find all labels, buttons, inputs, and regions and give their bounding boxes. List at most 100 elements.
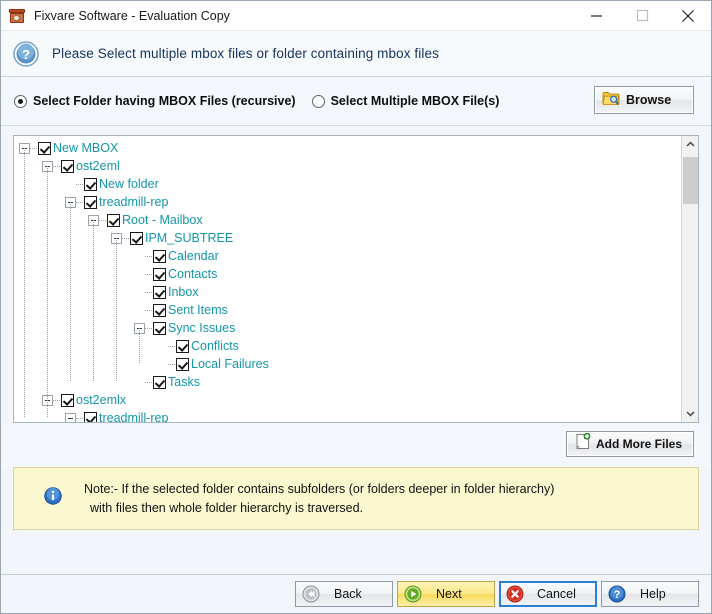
radio-mark-folder[interactable] bbox=[14, 95, 27, 108]
info-icon bbox=[44, 487, 62, 510]
note-line-2: with files then whole folder hierarchy i… bbox=[84, 499, 554, 518]
tree-node[interactable]: New folder bbox=[14, 175, 681, 193]
tree-node[interactable]: ost2eml bbox=[14, 157, 681, 175]
radio-mark-files[interactable] bbox=[312, 95, 325, 108]
tree-expander-collapse-icon[interactable] bbox=[65, 413, 76, 423]
tree-node[interactable]: treadmill-rep bbox=[14, 193, 681, 211]
tree-connector-line bbox=[76, 184, 83, 185]
tree-node-checkbox[interactable] bbox=[176, 358, 189, 371]
scrollbar-track[interactable] bbox=[682, 153, 699, 405]
add-more-files-button[interactable]: Add More Files bbox=[566, 431, 694, 457]
radio-select-files[interactable]: Select Multiple MBOX File(s) bbox=[312, 94, 500, 108]
tree-node-label: IPM_SUBTREE bbox=[145, 231, 233, 245]
tree-guide-line bbox=[70, 202, 71, 382]
tree-node-checkbox[interactable] bbox=[176, 340, 189, 353]
tree-node[interactable]: IPM_SUBTREE bbox=[14, 229, 681, 247]
tree-node-checkbox[interactable] bbox=[61, 394, 74, 407]
tree-guide-line bbox=[93, 220, 94, 382]
minimize-icon[interactable] bbox=[573, 1, 619, 30]
browse-button[interactable]: Browse bbox=[594, 86, 694, 114]
header-instruction: Please Select multiple mbox files or fol… bbox=[52, 46, 439, 61]
tree-connector-line bbox=[53, 400, 60, 401]
tree-node-checkbox[interactable] bbox=[84, 196, 97, 209]
tree-node-label: New folder bbox=[99, 177, 159, 191]
footer-button-bar: Back Next Cancel bbox=[1, 574, 711, 613]
tree-node-label: Tasks bbox=[168, 375, 200, 389]
tree-node-checkbox[interactable] bbox=[153, 304, 166, 317]
play-icon bbox=[404, 585, 422, 603]
radio-select-files-label: Select Multiple MBOX File(s) bbox=[331, 94, 500, 108]
tree-connector-line bbox=[99, 220, 106, 221]
archive-box-icon bbox=[9, 8, 25, 24]
tree-connector-line bbox=[145, 382, 152, 383]
tree-connector-line bbox=[76, 202, 83, 203]
tree-connector-line bbox=[30, 148, 37, 149]
tree-guide-line bbox=[47, 166, 48, 418]
tree-connector-line bbox=[145, 292, 152, 293]
close-icon[interactable] bbox=[665, 1, 711, 30]
tree-node[interactable]: Calendar bbox=[14, 247, 681, 265]
chevron-up-icon[interactable] bbox=[682, 136, 699, 153]
add-more-files-row: Add More Files bbox=[1, 423, 711, 467]
back-button-label: Back bbox=[334, 587, 362, 601]
tree-node-checkbox[interactable] bbox=[107, 214, 120, 227]
cancel-button[interactable]: Cancel bbox=[499, 581, 597, 607]
maximize-icon[interactable] bbox=[619, 1, 665, 30]
header-band: ? Please Select multiple mbox files or f… bbox=[1, 31, 711, 77]
tree-connector-line bbox=[145, 310, 152, 311]
tree-node-label: treadmill-rep bbox=[99, 195, 168, 209]
tree-node-checkbox[interactable] bbox=[153, 376, 166, 389]
chevron-down-icon[interactable] bbox=[682, 405, 699, 422]
tree-node-checkbox[interactable] bbox=[84, 178, 97, 191]
folder-search-icon bbox=[602, 90, 621, 111]
window-controls bbox=[573, 1, 711, 30]
tree-node[interactable]: Inbox bbox=[14, 283, 681, 301]
tree-connector-line bbox=[145, 256, 152, 257]
next-button[interactable]: Next bbox=[397, 581, 495, 607]
tree-node-label: New MBOX bbox=[53, 141, 118, 155]
tree-node-checkbox[interactable] bbox=[84, 412, 97, 423]
note-text: Note:- If the selected folder contains s… bbox=[84, 480, 554, 518]
tree-node-label: treadmill-rep bbox=[99, 411, 168, 422]
content-spacer bbox=[1, 530, 711, 574]
tree-node[interactable]: treadmill-rep bbox=[14, 409, 681, 422]
tree-node-checkbox[interactable] bbox=[153, 286, 166, 299]
tree-connector-line bbox=[168, 346, 175, 347]
tree-connector-line bbox=[168, 364, 175, 365]
tree-node[interactable]: ost2emlx bbox=[14, 391, 681, 409]
back-button[interactable]: Back bbox=[295, 581, 393, 607]
tree-node-checkbox[interactable] bbox=[153, 250, 166, 263]
tree-vertical-scrollbar[interactable] bbox=[681, 136, 698, 422]
tree-node[interactable]: Local Failures bbox=[14, 355, 681, 373]
help-button[interactable]: ? Help bbox=[601, 581, 699, 607]
tree-connector-line bbox=[145, 274, 152, 275]
tree-node-label: Contacts bbox=[168, 267, 217, 281]
tree-node-label: Calendar bbox=[168, 249, 219, 263]
next-button-label: Next bbox=[436, 587, 462, 601]
tree-node[interactable]: New MBOX bbox=[14, 139, 681, 157]
tree-node[interactable]: Root - Mailbox bbox=[14, 211, 681, 229]
scrollbar-thumb[interactable] bbox=[683, 157, 698, 204]
folder-tree[interactable]: New MBOX ost2eml New folder treadmill-rep Ro… bbox=[14, 136, 681, 422]
tree-node[interactable]: Sent Items bbox=[14, 301, 681, 319]
radio-select-folder[interactable]: Select Folder having MBOX Files (recursi… bbox=[14, 94, 296, 108]
note-line-1: Note:- If the selected folder contains s… bbox=[84, 480, 554, 499]
svg-text:?: ? bbox=[22, 47, 30, 62]
rewind-icon bbox=[302, 585, 320, 603]
tree-node-checkbox[interactable] bbox=[61, 160, 74, 173]
tree-node-checkbox[interactable] bbox=[153, 322, 166, 335]
title-bar: Fixvare Software - Evaluation Copy bbox=[1, 1, 711, 31]
tree-node-checkbox[interactable] bbox=[38, 142, 51, 155]
tree-guide-line bbox=[24, 148, 25, 418]
tree-node[interactable]: Sync Issues bbox=[14, 319, 681, 337]
error-x-icon bbox=[506, 585, 524, 603]
tree-node[interactable]: Tasks bbox=[14, 373, 681, 391]
tree-node[interactable]: Contacts bbox=[14, 265, 681, 283]
note-box: Note:- If the selected folder contains s… bbox=[13, 467, 699, 530]
tree-node-label: Conflicts bbox=[191, 339, 239, 353]
tree-node[interactable]: Conflicts bbox=[14, 337, 681, 355]
tree-guide-line bbox=[116, 238, 117, 382]
tree-node-checkbox[interactable] bbox=[153, 268, 166, 281]
tree-node-label: ost2eml bbox=[76, 159, 120, 173]
tree-node-checkbox[interactable] bbox=[130, 232, 143, 245]
